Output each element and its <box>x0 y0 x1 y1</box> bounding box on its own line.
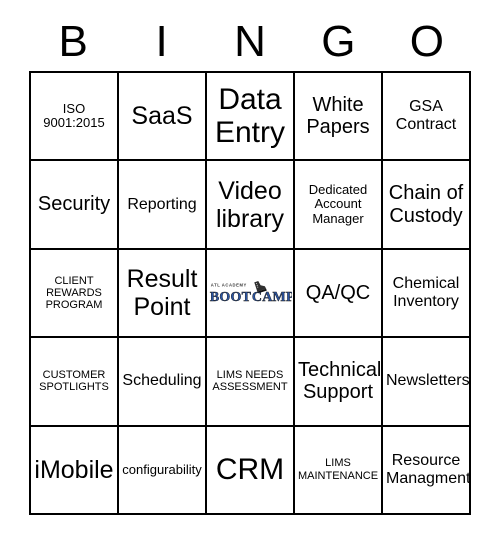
bingo-cell-label: CLIENT REWARDS PROGRAM <box>45 274 103 312</box>
bingo-grid: ISO 9001:2015 SaaS Data Entry White Papers G… <box>29 71 471 515</box>
bingo-cell-r4-c5[interactable]: Newsletters <box>383 338 471 427</box>
bingo-cell-label: Resource Managment <box>386 451 471 487</box>
bingo-cell-r5-c5[interactable]: Resource Managment <box>383 426 471 515</box>
bingo-cell-label: iMobile <box>34 455 114 484</box>
bingo-header-letter-n: N <box>234 17 266 66</box>
bingo-cell-r3-c1[interactable]: CLIENT REWARDS PROGRAM <box>31 249 119 339</box>
bingo-cell-label: CRM <box>215 453 285 486</box>
bingo-cell-r5-c4[interactable]: LIMS MAINTENANCE <box>295 426 383 515</box>
bingo-cell-r4-c4[interactable]: Technical Support <box>295 338 383 427</box>
bingo-cell-r1-c2[interactable]: SaaS <box>119 73 207 162</box>
bingo-cell-r3-c2[interactable]: Result Point <box>119 249 207 339</box>
bingo-cell-r2-c4[interactable]: Dedicated Account Manager <box>295 161 383 250</box>
bingo-cell-r1-c5[interactable]: GSA Contract <box>383 73 471 162</box>
svg-text:BOOT: BOOT <box>210 290 252 305</box>
bingo-cell-r2-c2[interactable]: Reporting <box>119 161 207 250</box>
bingo-header-letters: BINGO <box>29 16 471 68</box>
bingo-cell-r2-c1[interactable]: Security <box>31 161 119 250</box>
bingo-cell-r4-c1[interactable]: CUSTOMER SPOTLIGHTS <box>31 338 119 427</box>
bootcamp-logo: ATL ACADEMY BOOT CAMP <box>207 249 293 337</box>
bingo-cell-label: Dedicated Account Manager <box>308 181 368 226</box>
bingo-cell-label: Video library <box>215 176 285 233</box>
bingo-cell-label: Data Entry <box>214 82 286 150</box>
bingo-cell-r1-c1[interactable]: ISO 9001:2015 <box>31 73 119 162</box>
bingo-cell-r1-c4[interactable]: White Papers <box>295 73 383 162</box>
bingo-cell-label: White Papers <box>306 93 370 139</box>
bingo-cell-r2-c3[interactable]: Video library <box>207 161 295 250</box>
bingo-cell-r5-c2[interactable]: configurability <box>119 426 207 515</box>
bingo-cell-r2-c5[interactable]: Chain of Custody <box>383 161 471 250</box>
bingo-header-letter-b: B <box>58 17 88 66</box>
bingo-cell-r3-c5[interactable]: Chemical Inventory <box>383 249 471 339</box>
bingo-cell-r4-c3[interactable]: LIMS NEEDS ASSESSMENT <box>207 338 295 427</box>
svg-text:ATL ACADEMY: ATL ACADEMY <box>211 282 247 287</box>
bingo-cell-label: Technical Support <box>298 359 382 404</box>
bingo-cell-label: Reporting <box>127 195 197 213</box>
bingo-cell-label: Chemical Inventory <box>392 275 460 310</box>
bingo-cell-r5-c3[interactable]: CRM <box>207 426 295 515</box>
svg-text:CAMP: CAMP <box>252 290 292 305</box>
bingo-cell-r5-c1[interactable]: iMobile <box>31 426 119 515</box>
bingo-cell-label: Result Point <box>126 264 198 321</box>
bingo-cell-r3-c4[interactable]: QA/QC <box>295 249 383 339</box>
bingo-cell-label: QA/QC <box>305 281 371 304</box>
bingo-cell-label: Scheduling <box>122 372 202 390</box>
bingo-cell-label: GSA Contract <box>395 98 457 134</box>
bingo-cell-label: Security <box>37 193 111 216</box>
bingo-card: B I N G O ISO 9001:2015 SaaS Data Entry White P… <box>0 0 500 544</box>
bingo-header-letter-g: G <box>321 17 356 66</box>
bingo-cell-r4-c2[interactable]: Scheduling <box>119 338 207 427</box>
bingo-header-letter-i: I <box>155 17 168 66</box>
bingo-cell-label: ISO 9001:2015 <box>43 100 105 131</box>
bingo-cell-label: Chain of Custody <box>388 182 464 227</box>
bingo-cell-label: LIMS MAINTENANCE <box>298 457 379 482</box>
bingo-cell-label: SaaS <box>131 102 193 131</box>
bingo-cell-label: CUSTOMER SPOTLIGHTS <box>39 369 109 394</box>
bingo-cell-r1-c3[interactable]: Data Entry <box>207 73 295 162</box>
bingo-cell-free-space[interactable]: ATL ACADEMY BOOT CAMP <box>207 249 295 339</box>
bingo-cell-label: Newsletters <box>386 372 470 390</box>
bingo-cell-label: configurability <box>122 461 202 477</box>
bingo-cell-label: LIMS NEEDS ASSESSMENT <box>212 369 288 394</box>
bingo-header-letter-o: O <box>409 17 444 66</box>
